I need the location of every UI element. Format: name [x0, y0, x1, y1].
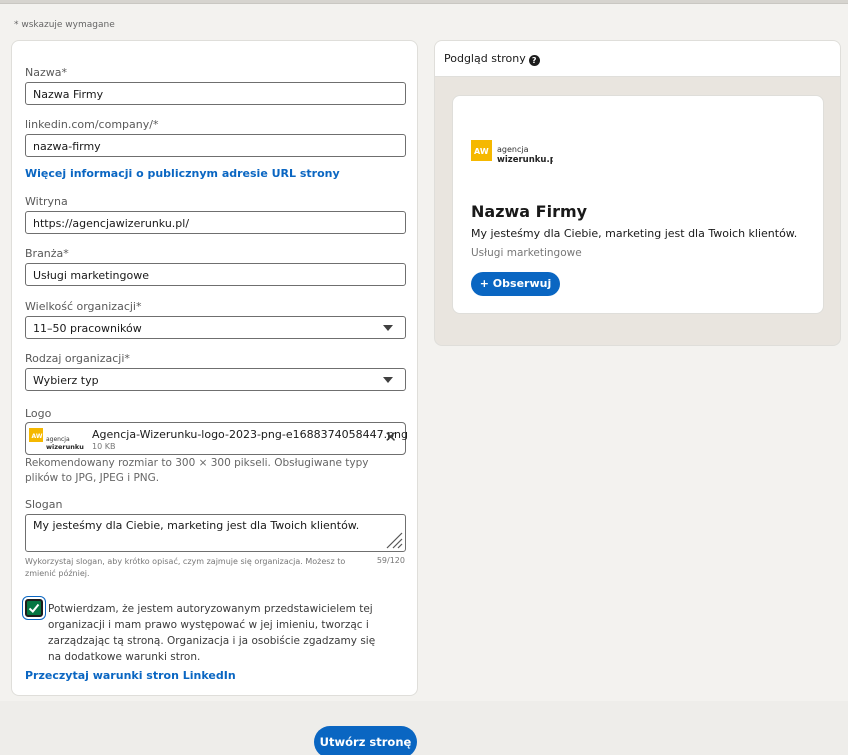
logo-filesize: 10 KB	[92, 442, 116, 451]
url-input[interactable]: nazwa-firmy	[25, 134, 406, 157]
logo-help-text: Rekomendowany rozmiar to 300 × 300 pikse…	[25, 457, 369, 484]
company-form-card: Nazwa* Nazwa Firmy linkedin.com/company/…	[11, 40, 418, 696]
org-type-select[interactable]: Wybierz typ	[25, 368, 406, 391]
preview-slogan: My jesteśmy dla Ciebie, marketing jest d…	[471, 227, 798, 240]
resize-handle-icon[interactable]	[383, 529, 403, 549]
slogan-help-text: Wykorzystaj slogan, aby krótko opisać, c…	[25, 557, 346, 578]
chevron-down-icon	[383, 325, 393, 331]
svg-text:AW: AW	[32, 433, 43, 440]
svg-text:wizerunku.pl: wizerunku.pl	[46, 443, 84, 451]
logo-filename: Agencja-Wizerunku-logo-2023-png-e1688374…	[92, 428, 409, 441]
svg-text:agencja: agencja	[46, 436, 70, 443]
chevron-down-icon	[383, 377, 393, 383]
footer-bar	[0, 701, 848, 755]
org-size-select[interactable]: 11–50 pracowników	[25, 316, 406, 339]
slogan-label: Slogan	[25, 498, 63, 511]
slogan-textarea[interactable]: My jesteśmy dla Ciebie, marketing jest d…	[25, 514, 406, 552]
consent-text: Potwierdzam, że jestem autoryzowanym prz…	[48, 603, 376, 663]
terms-link[interactable]: Przeczytaj warunki stron LinkedIn	[25, 669, 236, 682]
help-icon[interactable]: ?	[528, 55, 540, 66]
logo-mark-text: AW	[474, 147, 489, 156]
preview-company-name: Nazwa Firmy	[471, 202, 588, 221]
company-logo-thumbnail: AW agencja wizerunku.pl	[28, 425, 84, 453]
website-label: Witryna	[25, 195, 68, 208]
name-input[interactable]: Nazwa Firmy	[25, 82, 406, 105]
url-info-link[interactable]: Więcej informacji o publicznym adresie U…	[25, 167, 340, 180]
preview-industry: Usługi marketingowe	[471, 247, 582, 259]
slogan-char-count: 59/120	[376, 556, 405, 565]
logo-line2: wizerunku.pl	[497, 155, 553, 165]
logo-label: Logo	[25, 407, 52, 420]
required-note: * wskazuje wymagane	[14, 20, 115, 30]
top-border	[0, 0, 848, 4]
consent-checkbox[interactable]	[25, 599, 43, 617]
org-size-value: 11–50 pracowników	[33, 322, 142, 335]
preview-company-card: AW agencja wizerunku.pl Nazwa Firmy My j…	[452, 95, 824, 314]
company-logo: AW agencja wizerunku.pl	[471, 140, 553, 165]
org-type-label: Rodzaj organizacji*	[25, 352, 130, 365]
logo-upload-field[interactable]: AW agencja wizerunku.pl Agencja-Wizerunk…	[25, 422, 409, 455]
industry-input[interactable]: Usługi marketingowe	[25, 263, 406, 286]
create-page-button[interactable]: Utwórz stronę	[314, 726, 417, 755]
preview-title: Podgląd strony	[444, 52, 526, 65]
name-label: Nazwa*	[25, 66, 67, 79]
logo-line1: agencja	[497, 145, 529, 154]
url-label: linkedin.com/company/*	[25, 118, 159, 131]
slogan-value: My jesteśmy dla Ciebie, marketing jest d…	[33, 519, 360, 532]
close-icon[interactable]: ✕	[384, 430, 397, 445]
checkmark-icon	[28, 603, 40, 613]
org-size-label: Wielkość organizacji*	[25, 300, 142, 313]
org-type-value: Wybierz typ	[33, 374, 99, 387]
page-preview-card: Podgląd strony? AW agencja wizerunku.pl …	[434, 40, 841, 346]
website-input[interactable]: https://agencjawizerunku.pl/	[25, 211, 406, 234]
follow-button[interactable]: + Obserwuj	[471, 272, 560, 296]
industry-label: Branża*	[25, 247, 69, 260]
preview-header: Podgląd strony?	[435, 41, 840, 77]
